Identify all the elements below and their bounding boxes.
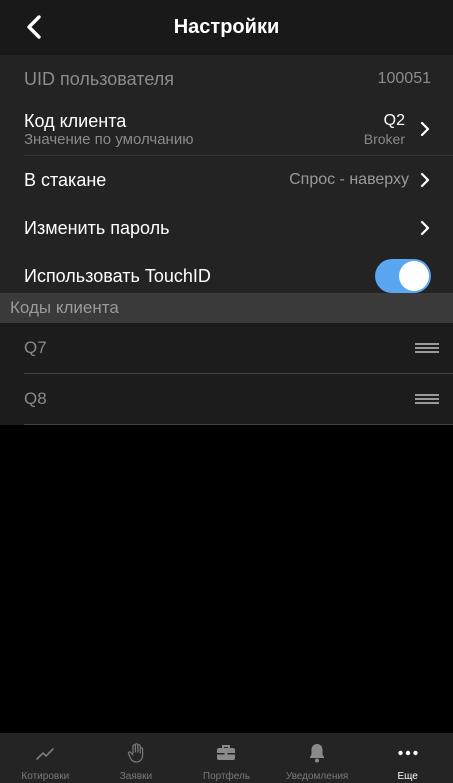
client-code-code: Q2 [383,112,405,129]
drag-handle-icon[interactable] [415,343,439,353]
divider [24,424,453,425]
orderbook-row[interactable]: В стакане Спрос - наверху [0,156,453,204]
change-password-label: Изменить пароль [24,217,170,238]
client-code-sublabel: Значение по умолчанию [24,130,194,148]
briefcase-icon [217,745,236,760]
client-code-item-label: Q8 [24,389,47,408]
tab-more[interactable]: Еще [362,733,453,783]
back-chevron-icon[interactable] [22,12,48,42]
more-dots-icon [397,750,418,756]
tab-label: Еще [397,771,418,782]
chart-line-icon [36,748,55,760]
client-code-label: Код клиента [24,110,127,131]
client-code-value: Q2 Broker [364,111,405,147]
uid-row: UID пользователя 100051 [0,55,453,103]
tab-portfolio[interactable]: Портфель [181,733,272,783]
tab-quotes[interactable]: Котировки [0,733,91,783]
chevron-right-icon [420,121,430,137]
client-code-labels: Код клиента Значение по умолчанию [24,111,193,148]
tab-bar: Котировки Заявки Портфель Уведомления Ещ… [0,733,453,783]
hand-icon [127,743,144,763]
client-codes-list: Q7 Q8 [0,323,453,425]
client-codes-section-header: Коды клиента [0,293,453,323]
tab-label: Уведомления [285,771,349,782]
touchid-label: Использовать TouchID [24,265,211,286]
orderbook-label: В стакане [24,169,107,190]
touchid-toggle[interactable] [375,259,431,293]
list-item[interactable]: Q7 [0,323,453,373]
tab-label: Заявки [119,771,153,782]
tab-notifications[interactable]: Уведомления [272,733,363,783]
tab-label: Портфель [202,771,251,782]
nav-bar: Настройки [0,0,453,55]
drag-handle-icon[interactable] [415,394,439,404]
tab-label: Котировки [21,771,70,782]
uid-label: UID пользователя [24,68,174,89]
section-title: Коды клиента [10,298,119,317]
settings-list: UID пользователя 100051 Код клиента Знач… [0,55,453,300]
change-password-row[interactable]: Изменить пароль [0,204,453,252]
uid-value: 100051 [377,70,431,87]
orderbook-value: Спрос - наверху [289,171,409,188]
toggle-knob [399,261,429,291]
chevron-right-icon [420,220,430,236]
client-code-row[interactable]: Код клиента Значение по умолчанию Q2 Bro… [0,103,453,155]
page-title: Настройки [173,16,280,38]
tab-orders[interactable]: Заявки [91,733,182,783]
bell-icon [310,744,325,763]
list-item[interactable]: Q8 [0,374,453,424]
client-code-account: Broker [363,131,405,147]
client-code-item-label: Q7 [24,338,47,357]
chevron-right-icon [420,172,430,188]
